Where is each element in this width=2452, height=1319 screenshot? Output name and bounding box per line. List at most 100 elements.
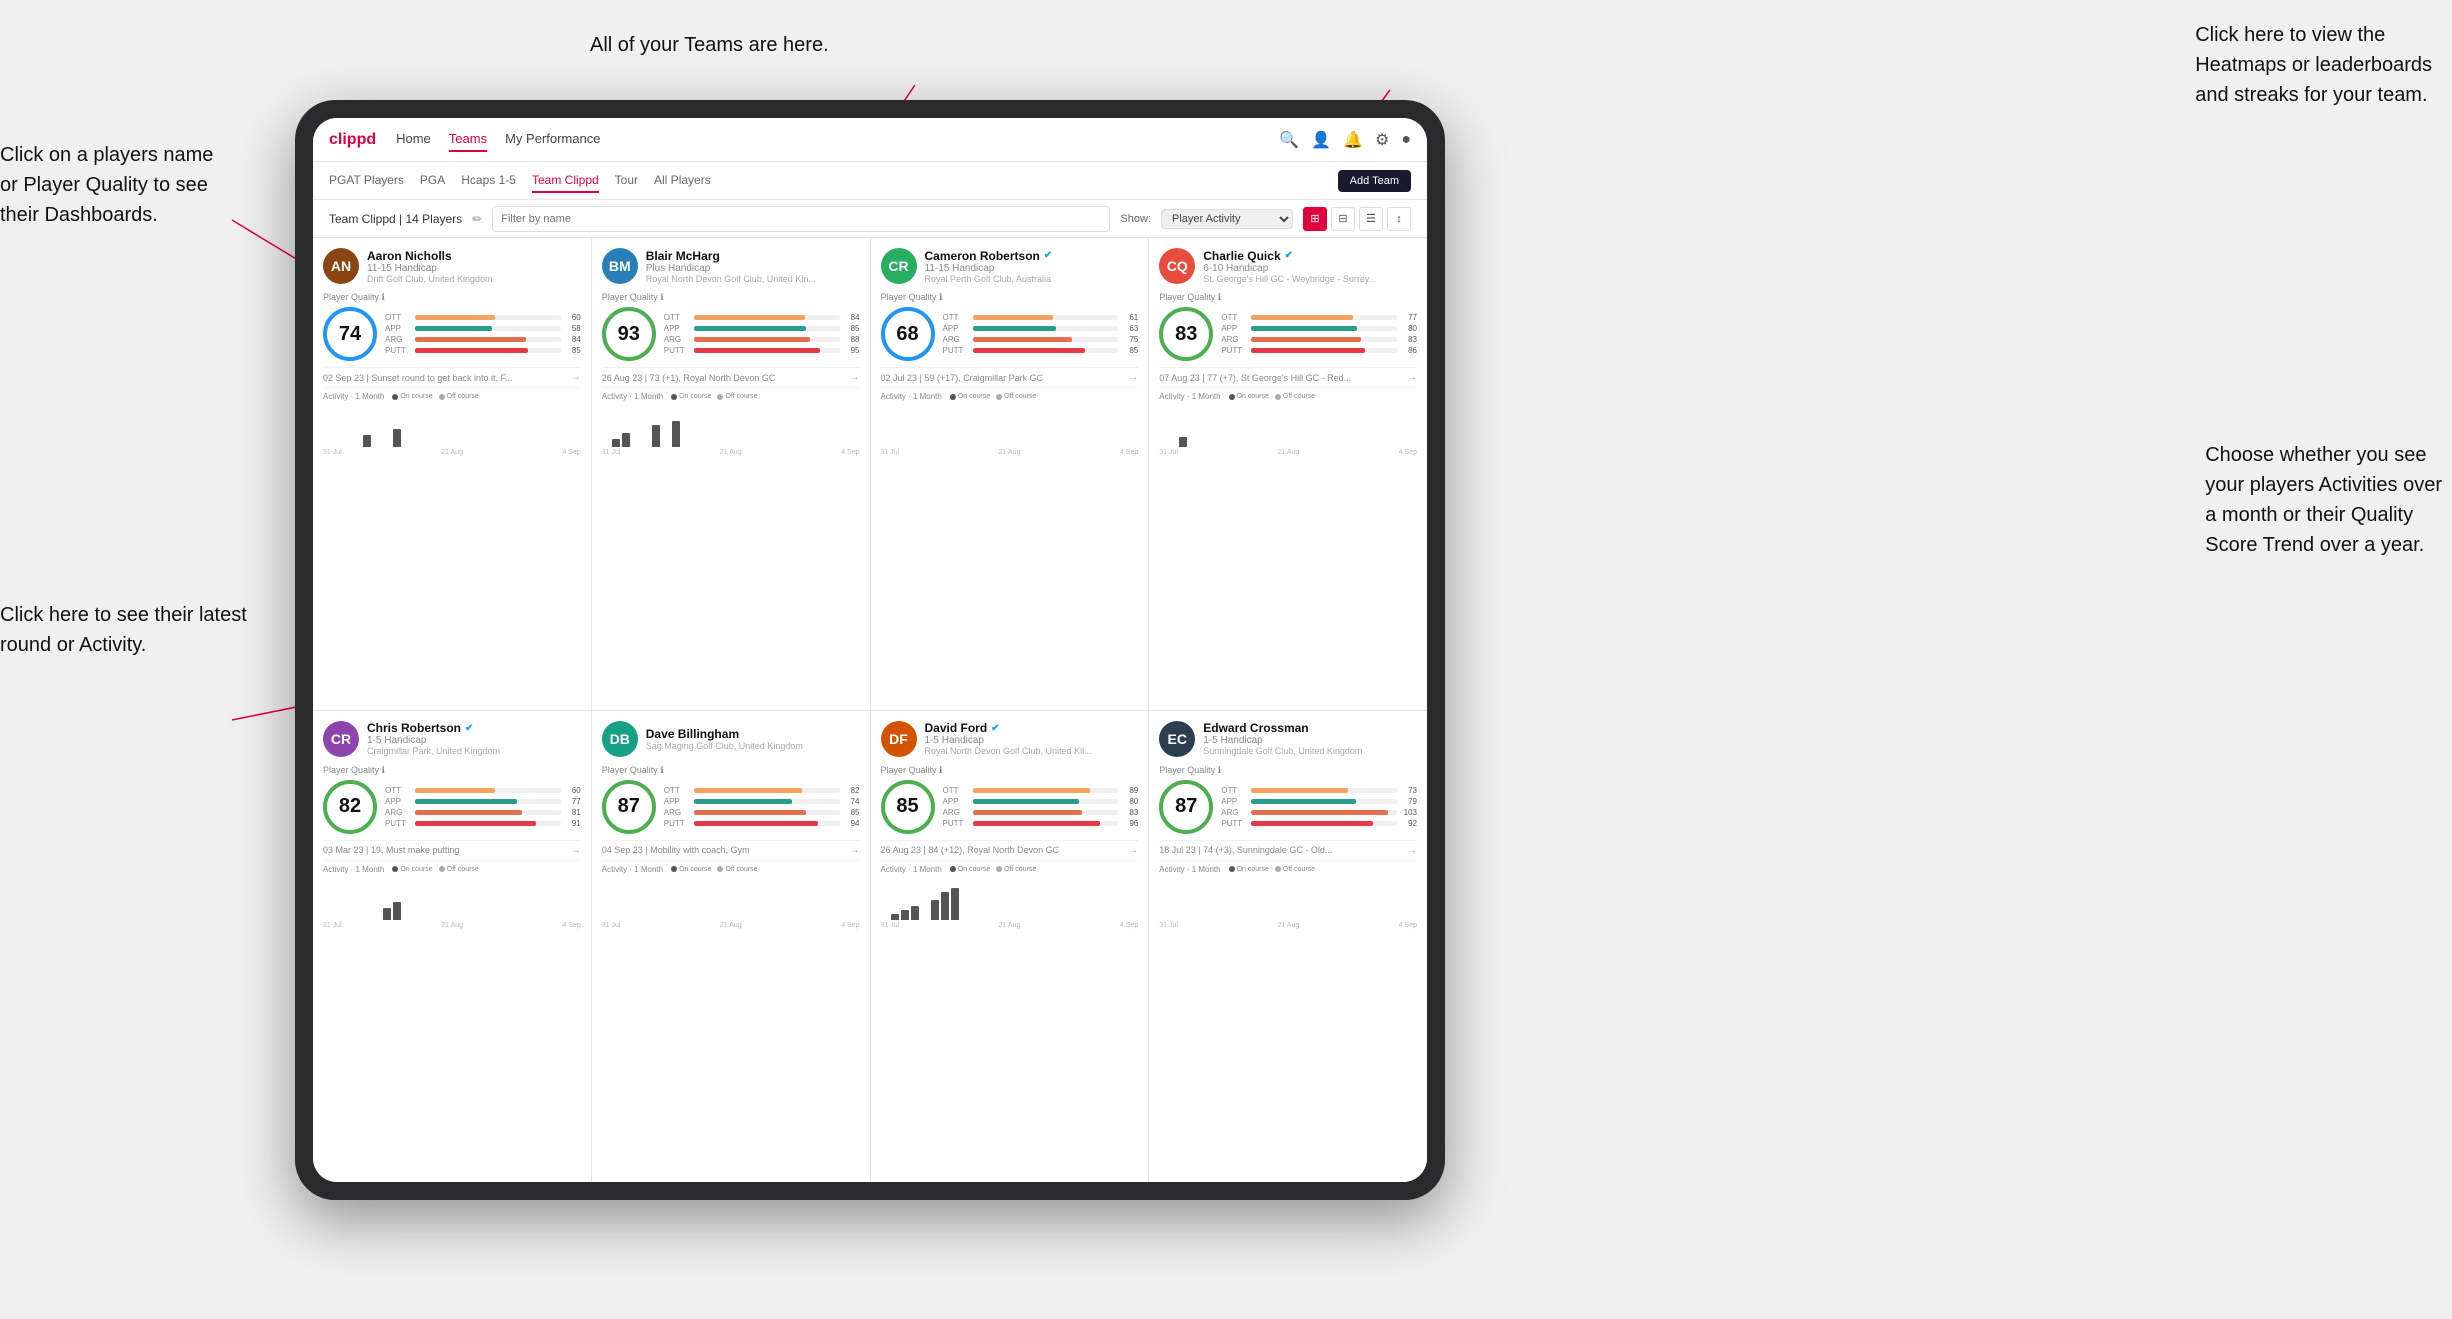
stat-value: 81: [565, 808, 581, 817]
stat-label: OTT: [943, 786, 969, 795]
stat-value: 94: [844, 819, 860, 828]
on-course-legend: On course: [950, 393, 990, 400]
player-name[interactable]: Blair McHarg: [646, 249, 860, 263]
player-name[interactable]: Chris Robertson ✔: [367, 721, 581, 735]
player-name[interactable]: David Ford ✔: [925, 721, 1139, 735]
quality-circle[interactable]: 82: [323, 780, 377, 834]
nav-teams[interactable]: Teams: [449, 127, 487, 152]
stat-bar-bg: [415, 810, 561, 815]
stat-label: OTT: [664, 786, 690, 795]
player-name[interactable]: Cameron Robertson ✔: [925, 249, 1139, 263]
quality-section: 74 OTT 60 APP 58 ARG 84 PUTT: [323, 307, 581, 361]
player-avatar: CR: [323, 721, 359, 757]
quality-section: 87 OTT 82 APP 74 ARG 85 PUTT: [602, 780, 860, 834]
player-card[interactable]: CQ Charlie Quick ✔ 6-10 Handicap St. Geo…: [1149, 238, 1427, 710]
quality-circle[interactable]: 85: [881, 780, 935, 834]
player-card[interactable]: CR Cameron Robertson ✔ 11-15 Handicap Ro…: [871, 238, 1149, 710]
list-view-icon[interactable]: ☰: [1359, 207, 1383, 231]
activity-section: Activity · 1 Month On course Off course …: [323, 387, 581, 456]
latest-round-text: 04 Sep 23 | Mobility with coach, Gym: [602, 845, 850, 855]
stat-row: OTT 89: [943, 786, 1139, 795]
tab-tour[interactable]: Tour: [615, 169, 638, 193]
compact-view-icon[interactable]: ⊟: [1331, 207, 1355, 231]
latest-round[interactable]: 07 Aug 23 | 77 (+7), St George's Hill GC…: [1159, 367, 1417, 383]
show-select[interactable]: Player Activity Quality Score Trend: [1161, 209, 1293, 229]
stats-grid: OTT 60 APP 58 ARG 84 PUTT 8: [385, 313, 581, 355]
latest-round[interactable]: 04 Sep 23 | Mobility with coach, Gym →: [602, 840, 860, 856]
verified-badge: ✔: [991, 723, 999, 734]
tab-team-clippd[interactable]: Team Clippd: [532, 169, 599, 193]
player-info: Charlie Quick ✔ 6-10 Handicap St. George…: [1203, 249, 1417, 284]
activity-legend: On course Off course: [1229, 393, 1315, 400]
off-course-legend: Off course: [996, 866, 1036, 873]
tab-pgat[interactable]: PGAT Players: [329, 169, 404, 193]
player-card[interactable]: DF David Ford ✔ 1-5 Handicap Royal North…: [871, 711, 1149, 1183]
profile-icon[interactable]: 👤: [1311, 130, 1331, 150]
player-card[interactable]: AN Aaron Nicholls 11-15 Handicap Drift G…: [313, 238, 591, 710]
quality-circle[interactable]: 87: [602, 780, 656, 834]
add-team-button[interactable]: Add Team: [1338, 170, 1411, 192]
player-name[interactable]: Charlie Quick ✔: [1203, 249, 1417, 263]
player-name[interactable]: Aaron Nicholls: [367, 249, 581, 263]
stat-bar: [1251, 348, 1365, 353]
bell-icon[interactable]: 🔔: [1343, 130, 1363, 150]
nav-performance[interactable]: My Performance: [505, 127, 600, 152]
player-name[interactable]: Edward Crossman: [1203, 721, 1417, 735]
stat-label: ARG: [664, 335, 690, 344]
stat-bar-bg: [973, 315, 1119, 320]
quality-circle[interactable]: 74: [323, 307, 377, 361]
tab-pga[interactable]: PGA: [420, 169, 445, 193]
stat-label: APP: [943, 797, 969, 806]
latest-round[interactable]: 03 Mar 23 | 19, Must make putting →: [323, 840, 581, 856]
latest-round-text: 26 Aug 23 | 84 (+12), Royal North Devon …: [881, 845, 1129, 855]
stat-value: 85: [1122, 346, 1138, 355]
search-input[interactable]: [492, 206, 1110, 232]
stat-value: 95: [844, 346, 860, 355]
stat-value: 91: [565, 819, 581, 828]
nav-home[interactable]: Home: [396, 127, 431, 152]
stat-bar: [973, 348, 1086, 353]
quality-circle[interactable]: 83: [1159, 307, 1213, 361]
activity-legend: On course Off course: [671, 393, 757, 400]
player-card[interactable]: BM Blair McHarg Plus Handicap Royal Nort…: [592, 238, 870, 710]
latest-round[interactable]: 26 Aug 23 | 84 (+12), Royal North Devon …: [881, 840, 1139, 856]
settings-icon[interactable]: ⚙: [1375, 130, 1389, 150]
show-label: Show:: [1120, 213, 1151, 225]
stat-bar-bg: [1251, 326, 1397, 331]
chart-dates: 31 Jul 21 Aug 4 Sep: [602, 922, 860, 929]
stat-bar-bg: [415, 337, 561, 342]
tab-hcaps[interactable]: Hcaps 1-5: [461, 169, 516, 193]
stat-row: ARG 75: [943, 335, 1139, 344]
player-card[interactable]: EC Edward Crossman 1-5 Handicap Sunningd…: [1149, 711, 1427, 1183]
stat-value: 75: [1122, 335, 1138, 344]
chart-area: [602, 403, 860, 447]
chart-bar: [622, 433, 630, 447]
player-card[interactable]: CR Chris Robertson ✔ 1-5 Handicap Craigm…: [313, 711, 591, 1183]
chart-date-3: 4 Sep: [1399, 922, 1417, 929]
chart-bar: [393, 429, 401, 447]
stat-bar: [1251, 326, 1357, 331]
chart-area: [602, 876, 860, 920]
grid-view-icon[interactable]: ⊞: [1303, 207, 1327, 231]
edit-icon[interactable]: ✏: [472, 212, 482, 226]
latest-round[interactable]: 02 Jul 23 | 59 (+17), Craigmillar Park G…: [881, 367, 1139, 383]
player-card[interactable]: DB Dave Billingham Sag Maging Golf Club,…: [592, 711, 870, 1183]
latest-round[interactable]: 02 Sep 23 | Sunset round to get back int…: [323, 367, 581, 383]
sort-icon[interactable]: ↕: [1387, 207, 1411, 231]
chart-bar: [931, 900, 939, 920]
tab-all-players[interactable]: All Players: [654, 169, 711, 193]
chart-date-1: 31 Jul: [323, 449, 342, 456]
player-info: David Ford ✔ 1-5 Handicap Royal North De…: [925, 721, 1139, 756]
latest-round[interactable]: 18 Jul 23 | 74 (+3), Sunningdale GC - Ol…: [1159, 840, 1417, 856]
quality-circle[interactable]: 68: [881, 307, 935, 361]
quality-label: Player Quality ℹ: [881, 292, 1139, 303]
player-name[interactable]: Dave Billingham: [646, 727, 860, 741]
latest-round[interactable]: 26 Aug 23 | 73 (+1), Royal North Devon G…: [602, 367, 860, 383]
quality-circle[interactable]: 87: [1159, 780, 1213, 834]
latest-round-text: 02 Jul 23 | 59 (+17), Craigmillar Park G…: [881, 373, 1129, 383]
quality-circle[interactable]: 93: [602, 307, 656, 361]
search-icon[interactable]: 🔍: [1279, 130, 1299, 150]
stat-value: 85: [565, 346, 581, 355]
avatar-icon[interactable]: ●: [1401, 131, 1411, 149]
stat-bar: [415, 326, 492, 331]
